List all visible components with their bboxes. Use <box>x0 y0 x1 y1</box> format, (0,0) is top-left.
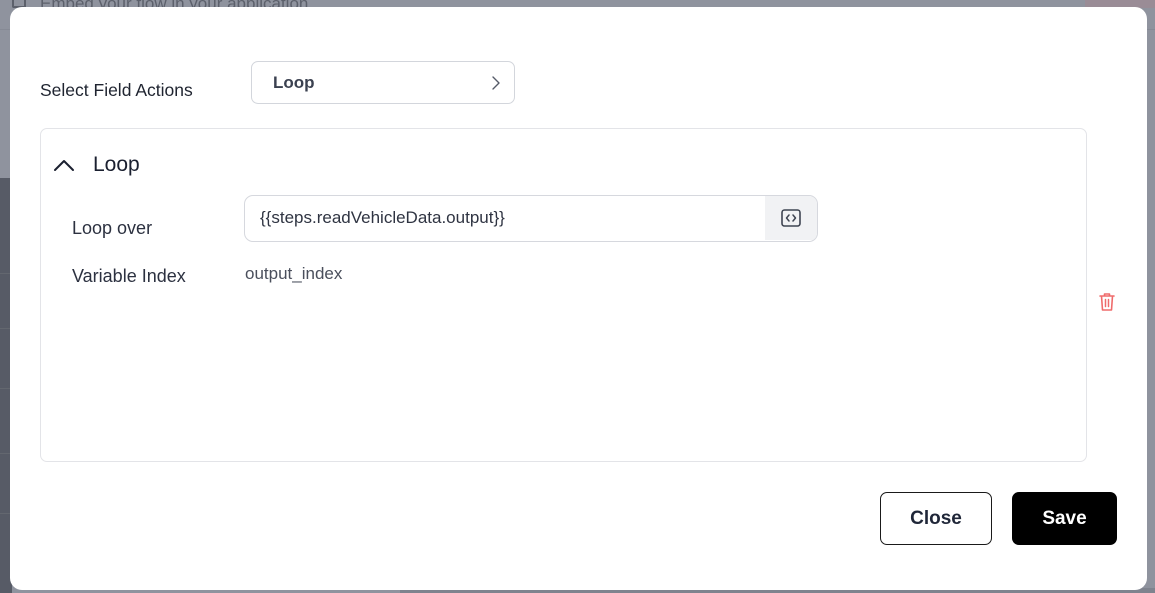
delete-action-button[interactable] <box>1097 291 1117 313</box>
code-editor-toggle-button[interactable] <box>765 196 817 240</box>
select-field-actions-label: Select Field Actions <box>40 80 193 100</box>
loop-over-label: Loop over <box>72 218 153 238</box>
field-action-select[interactable]: Loop <box>251 61 515 104</box>
loop-over-field <box>244 195 818 242</box>
chevron-up-icon <box>54 160 74 171</box>
chevron-right-icon <box>492 76 500 90</box>
trash-icon <box>1099 293 1115 311</box>
loop-over-input[interactable] <box>245 196 765 240</box>
loop-panel-title: Loop <box>93 153 140 176</box>
loop-panel-toggle[interactable]: Loop <box>53 151 253 181</box>
close-button[interactable]: Close <box>880 492 992 545</box>
loop-panel: Loop Loop over Variable Index output_ind… <box>40 128 1087 462</box>
variable-index-label: Variable Index <box>72 266 186 286</box>
field-actions-modal: Select Field Actions Loop Loop Loop over <box>10 7 1147 590</box>
code-icon <box>781 209 801 227</box>
field-action-select-value: Loop <box>273 73 315 92</box>
variable-index-value: output_index <box>245 264 343 283</box>
save-button[interactable]: Save <box>1012 492 1117 545</box>
